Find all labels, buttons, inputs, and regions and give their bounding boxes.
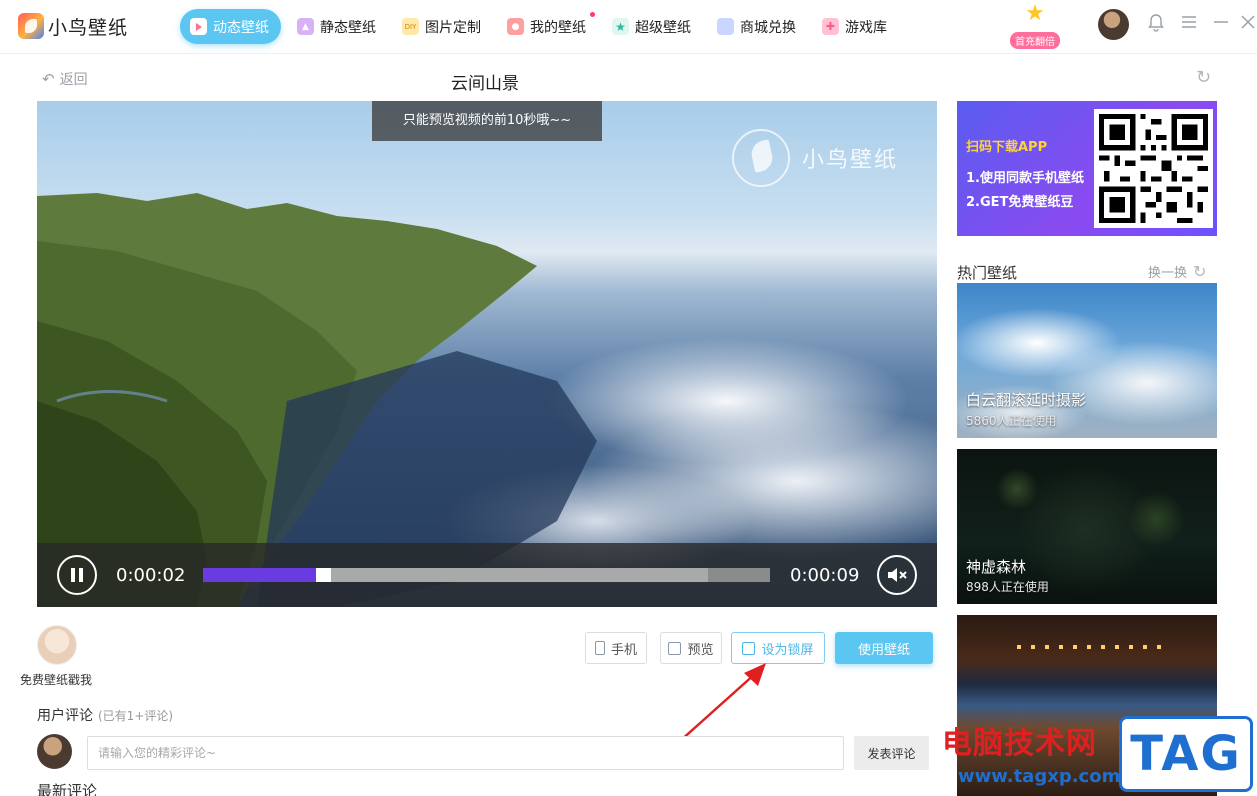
menu-icon[interactable]	[1179, 14, 1199, 34]
qr-code	[1094, 109, 1213, 228]
bird-logo-icon	[18, 13, 44, 39]
nav-dynamic-wallpaper[interactable]: 动态壁纸	[180, 9, 281, 44]
site-watermark-url: www.tagxp.com	[958, 766, 1121, 787]
card-usage: 5860人正在使用	[966, 414, 1057, 428]
hot-wallpaper-card[interactable]: 白云翻滚延时摄影 5860人正在使用	[957, 283, 1217, 438]
nav-my-wallpaper[interactable]: ● 我的壁纸	[497, 9, 596, 44]
app-logo[interactable]: 小鸟壁纸	[18, 12, 128, 40]
watermark-text: 小鸟壁纸	[802, 148, 899, 173]
app-logo-text: 小鸟壁纸	[48, 16, 129, 39]
promo-label: 首充翻倍	[1010, 32, 1060, 49]
button-label: 设为锁屏	[761, 642, 814, 658]
progress-bar[interactable]	[203, 568, 770, 582]
phone-button[interactable]: 手机	[585, 632, 647, 664]
lamp-decoration	[1017, 645, 1167, 649]
diy-icon: DIY	[402, 18, 419, 35]
video-watermark: 小鸟壁纸	[732, 129, 898, 187]
comment-input[interactable]	[87, 736, 844, 770]
star-icon: ★	[612, 18, 629, 35]
nav-label: 图片定制	[425, 19, 481, 36]
latest-comments-title: 最新评论	[37, 782, 98, 796]
nav-label: 超级壁纸	[635, 19, 691, 36]
comments-count: (已有1+评论)	[98, 709, 174, 723]
bell-icon[interactable]	[1146, 14, 1166, 34]
nav-label: 游戏库	[845, 19, 887, 36]
app-download-banner[interactable]: 扫码下载APP 1.使用同款手机壁纸 2.GET免费壁纸豆	[957, 101, 1217, 236]
current-time: 0:00:02	[116, 565, 186, 586]
hot-wallpapers-title: 热门壁纸	[957, 264, 1018, 282]
image-icon: ▲	[297, 18, 314, 35]
use-wallpaper-button[interactable]: 使用壁纸	[835, 632, 933, 664]
nav-label: 商城兑换	[740, 19, 796, 36]
progress-knob[interactable]	[316, 568, 332, 582]
back-button[interactable]: ↶ 返回	[42, 69, 88, 89]
card-title: 神虚森林	[966, 558, 1027, 576]
set-lockscreen-button[interactable]: 设为锁屏	[731, 632, 825, 664]
refresh-icon[interactable]: ↻	[1196, 67, 1211, 88]
banner-title: 扫码下载APP	[966, 140, 1048, 155]
banner-line: 2.GET免费壁纸豆	[966, 195, 1074, 210]
post-comment-button[interactable]: 发表评论	[854, 736, 929, 770]
mute-button[interactable]	[877, 555, 917, 595]
back-arrow-icon: ↶	[42, 70, 55, 88]
nav-game-library[interactable]: ✚ 游戏库	[812, 9, 897, 44]
hot-wallpaper-card[interactable]: 神虚森林 898人正在使用	[957, 449, 1217, 604]
player-controls: 0:00:02 0:00:09	[37, 543, 937, 607]
first-recharge-promo[interactable]: ★ 首充翻倍	[1004, 0, 1066, 54]
star-icon: ★	[1025, 1, 1045, 26]
bird-logo-icon	[732, 129, 790, 187]
progress-fill	[203, 568, 317, 582]
swap-label: 换一换	[1148, 266, 1188, 281]
nav-custom-image[interactable]: DIY 图片定制	[392, 9, 491, 44]
button-label: 手机	[610, 642, 637, 658]
bag-icon	[717, 18, 734, 35]
user-avatar-top[interactable]	[1098, 9, 1129, 40]
author-avatar[interactable]	[37, 625, 77, 665]
pause-button[interactable]	[57, 555, 97, 595]
button-label: 预览	[687, 642, 714, 658]
back-label: 返回	[59, 72, 88, 88]
video-player[interactable]: 只能预览视频的前10秒哦~~ 小鸟壁纸 0:00:02 0:00:09	[37, 101, 937, 607]
nav-static-wallpaper[interactable]: ▲ 静态壁纸	[287, 9, 386, 44]
nav-super-wallpaper[interactable]: ★ 超级壁纸	[602, 9, 701, 44]
tag-logo: TAG	[1119, 716, 1253, 792]
nav-label: 静态壁纸	[320, 19, 376, 36]
minimize-icon[interactable]	[1211, 14, 1231, 34]
image-icon	[668, 641, 682, 655]
play-icon	[190, 18, 207, 35]
duration-time: 0:00:09	[790, 565, 860, 586]
top-bar: 小鸟壁纸 动态壁纸 ▲ 静态壁纸 DIY 图片定制 ● 我的壁纸 ★ 超级壁纸 …	[0, 0, 1257, 54]
monitor-icon	[742, 641, 756, 655]
site-watermark-text: 电脑技术网	[942, 726, 1097, 761]
preview-limit-toast: 只能预览视频的前10秒哦~~	[372, 101, 602, 141]
preview-button[interactable]: 预览	[660, 632, 722, 664]
notification-dot	[590, 12, 595, 17]
page-title: 云间山景	[451, 74, 519, 94]
phone-icon	[594, 641, 605, 655]
banner-line: 1.使用同款手机壁纸	[966, 171, 1084, 186]
close-icon[interactable]	[1238, 14, 1257, 34]
nav-label: 动态壁纸	[213, 19, 269, 36]
card-title: 白云翻滚延时摄影	[966, 391, 1087, 409]
nav-shop-exchange[interactable]: 商城兑换	[707, 9, 806, 44]
speaker-muted-icon	[888, 568, 907, 582]
refresh-icon: ↻	[1193, 262, 1207, 281]
author-name[interactable]: 免费壁纸戳我	[20, 671, 92, 688]
user-comments-title: 用户评论	[37, 708, 93, 724]
wallpaper-app: 小鸟壁纸 动态壁纸 ▲ 静态壁纸 DIY 图片定制 ● 我的壁纸 ★ 超级壁纸 …	[0, 0, 1257, 796]
nav-label: 我的壁纸	[530, 19, 586, 36]
swap-button[interactable]: 换一换 ↻	[1148, 262, 1206, 281]
user-icon: ●	[507, 18, 524, 35]
card-usage: 898人正在使用	[966, 580, 1049, 594]
main-nav: 动态壁纸 ▲ 静态壁纸 DIY 图片定制 ● 我的壁纸 ★ 超级壁纸 商城兑换	[180, 9, 903, 44]
gamepad-icon: ✚	[822, 18, 839, 35]
current-user-avatar	[37, 734, 72, 769]
